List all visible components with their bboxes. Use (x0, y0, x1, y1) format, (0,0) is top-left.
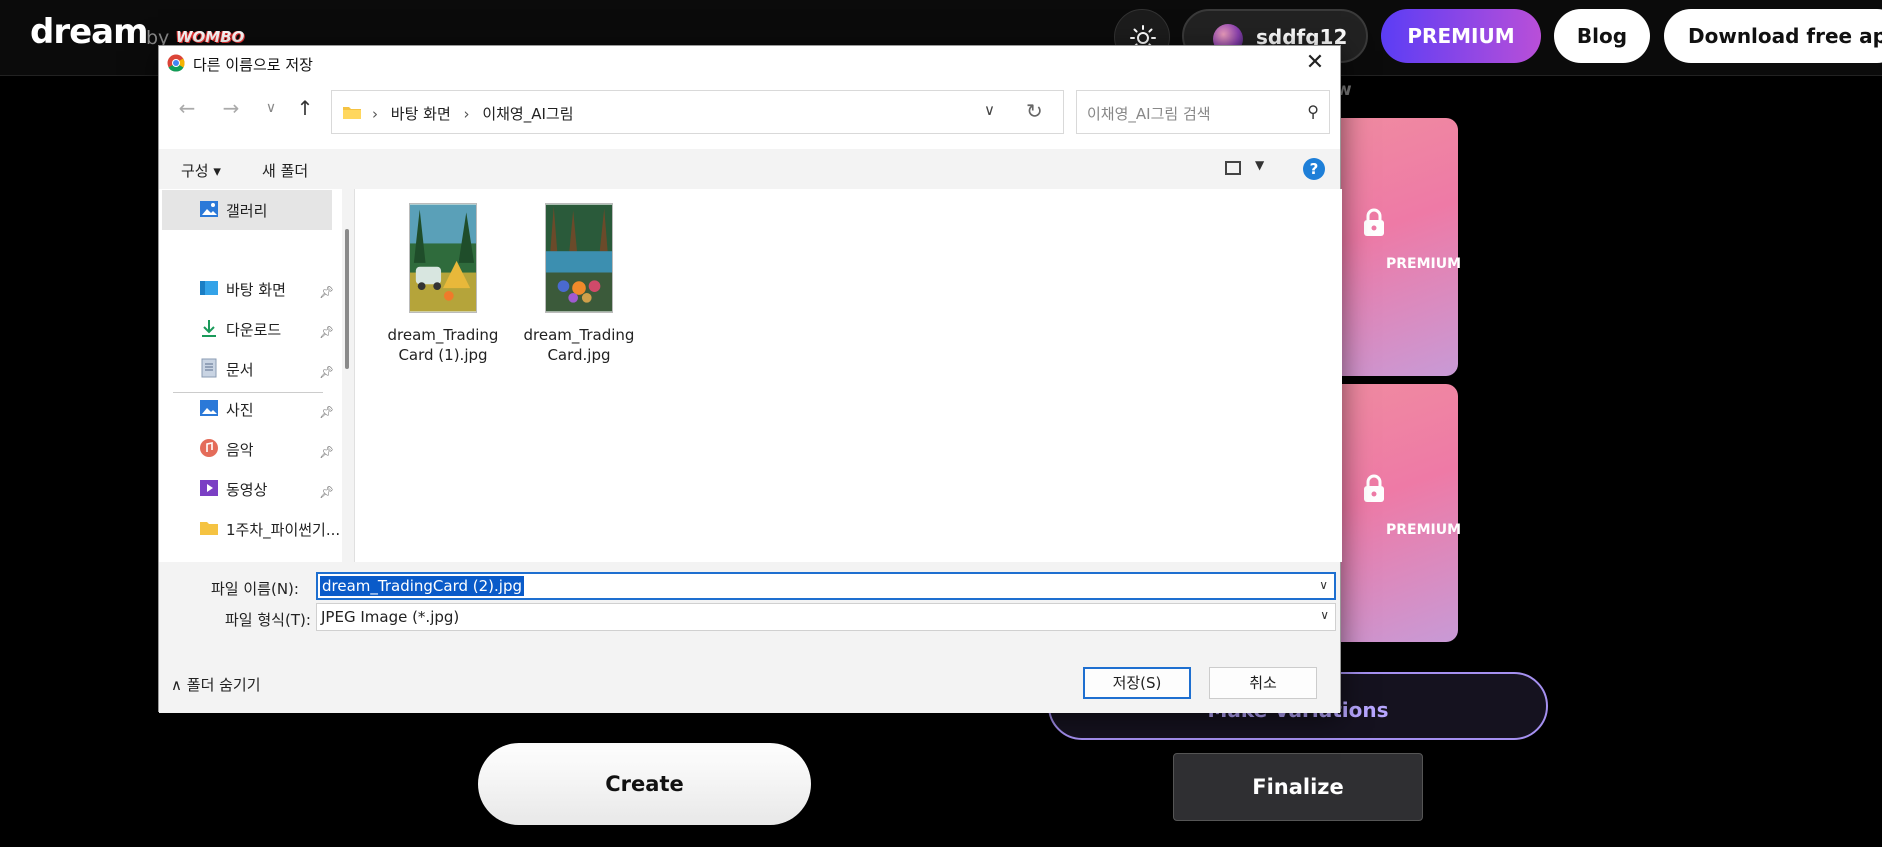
desktop-icon (200, 281, 218, 295)
pictures-icon (200, 400, 218, 416)
dream-logo[interactable]: dream (30, 12, 149, 52)
breadcrumb-current-folder[interactable]: 이채영_AI그림 (482, 105, 573, 123)
breadcrumb-desktop[interactable]: 바탕 화면 (391, 105, 451, 123)
help-icon[interactable]: ? (1303, 158, 1325, 180)
breadcrumb-separator-icon: › (463, 105, 470, 123)
search-icon[interactable]: ⚲ (1307, 102, 1319, 121)
forward-arrow-icon[interactable]: → (217, 94, 245, 122)
sidebar-divider (173, 392, 323, 393)
filename-label: 파일 이름(N): (211, 580, 299, 598)
lock-icon (1364, 208, 1384, 236)
folder-icon (343, 107, 361, 119)
sidebar-item-pictures[interactable]: 사진 (199, 395, 349, 425)
blog-button[interactable]: Blog (1554, 9, 1650, 63)
dialog-footer: 파일 이름(N): dream_TradingCard (2).jpg ∨ 파일… (159, 562, 1340, 713)
gallery-icon (200, 201, 218, 217)
close-icon[interactable]: ✕ (1300, 48, 1330, 78)
address-bar[interactable]: › 바탕 화면 › 이채영_AI그림 ∨ ↻ (331, 90, 1064, 134)
file-list: dream_TradingCard (1).jpg dream_TradingC… (355, 189, 1342, 562)
recent-locations-chevron-icon[interactable]: ∨ (257, 94, 285, 122)
sidebar-item-documents[interactable]: 문서 (199, 355, 349, 385)
refresh-icon[interactable]: ↻ (1026, 99, 1043, 123)
file-name: dream_TradingCard (1).jpg (387, 326, 499, 364)
create-button[interactable]: Create (478, 743, 811, 825)
sidebar-item-desktop[interactable]: 바탕 화면 (199, 275, 349, 305)
chevron-up-icon: ∧ (171, 676, 182, 694)
chrome-icon (167, 54, 185, 72)
filetype-chevron-icon[interactable]: ∨ (1320, 608, 1329, 622)
hide-folders-toggle[interactable]: ∧ 폴더 숨기기 (171, 674, 261, 695)
view-mode-chevron-icon[interactable]: ▼ (1255, 158, 1264, 172)
premium-button[interactable]: PREMIUM (1381, 9, 1541, 63)
filename-chevron-icon[interactable]: ∨ (1319, 578, 1328, 592)
file-item[interactable]: dream_TradingCard (1).jpg (383, 203, 503, 365)
file-thumbnail-camping (409, 203, 477, 313)
lock-icon (1364, 474, 1384, 502)
filename-value[interactable]: dream_TradingCard (2).jpg (320, 576, 525, 596)
up-arrow-icon[interactable]: ↑ (291, 94, 319, 122)
cancel-button[interactable]: 취소 (1209, 667, 1317, 699)
download-icon (202, 320, 216, 337)
sidebar-item-gallery[interactable]: 갤러리 (199, 196, 349, 226)
filename-field[interactable]: dream_TradingCard (2).jpg ∨ (316, 572, 1336, 600)
breadcrumb-separator-icon: › (372, 105, 378, 123)
music-icon (200, 439, 218, 457)
hide-folders-label: 폴더 숨기기 (186, 676, 261, 694)
document-icon (201, 358, 217, 378)
navigation-row: ← → ∨ ↑ › 바탕 화면 › 이채영_AI그림 ∨ ↻ 이채영_AI그림 … (159, 80, 1340, 136)
filetype-value: JPEG Image (*.jpg) (321, 608, 460, 626)
finalize-button[interactable]: Finalize (1173, 753, 1423, 821)
dialog-title: 다른 이름으로 저장 (193, 56, 313, 74)
video-icon (200, 480, 218, 496)
sidebar-item-music[interactable]: 음악 (199, 435, 349, 465)
sidebar-item-folder[interactable]: 1주차_파이썬기... (199, 515, 355, 545)
scrollbar-thumb[interactable] (345, 229, 349, 369)
save-as-dialog: 다른 이름으로 저장 ✕ ← → ∨ ↑ › 바탕 화면 › 이채영_AI그림 … (158, 45, 1342, 713)
command-bar: 구성 ▾ 새 폴더 ▼ ? (159, 149, 1340, 189)
dialog-titlebar[interactable]: 다른 이름으로 저장 ✕ (159, 46, 1340, 80)
back-arrow-icon[interactable]: ← (173, 94, 201, 122)
file-name: dream_TradingCard.jpg (523, 326, 635, 364)
search-input[interactable]: 이채영_AI그림 검색 ⚲ (1076, 90, 1330, 134)
address-history-chevron-icon[interactable]: ∨ (984, 101, 995, 119)
view-mode-icon[interactable] (1225, 161, 1241, 175)
search-placeholder: 이채영_AI그림 검색 (1087, 105, 1211, 123)
navigation-pane: 갤러리 바탕 화면 다운로드 문서 사진 음악 동영상 1주차_파이썬기... (159, 189, 355, 562)
file-item[interactable]: dream_TradingCard.jpg (519, 203, 639, 365)
wombo-logo: WOMBO (176, 28, 245, 46)
filetype-label: 파일 형식(T): (225, 611, 311, 629)
sidebar-item-downloads[interactable]: 다운로드 (199, 315, 349, 345)
sidebar-scrollbar[interactable] (342, 189, 354, 562)
new-folder-button[interactable]: 새 폴더 (262, 160, 308, 181)
filetype-select[interactable]: JPEG Image (*.jpg) ∨ (316, 603, 1336, 631)
folder-icon (200, 522, 218, 535)
download-app-button[interactable]: Download free app (1664, 9, 1882, 63)
organize-menu-button[interactable]: 구성 ▾ (181, 160, 221, 181)
file-thumbnail-campfire (545, 203, 613, 313)
save-button[interactable]: 저장(S) (1083, 667, 1191, 699)
sidebar-item-videos[interactable]: 동영상 (199, 475, 349, 505)
